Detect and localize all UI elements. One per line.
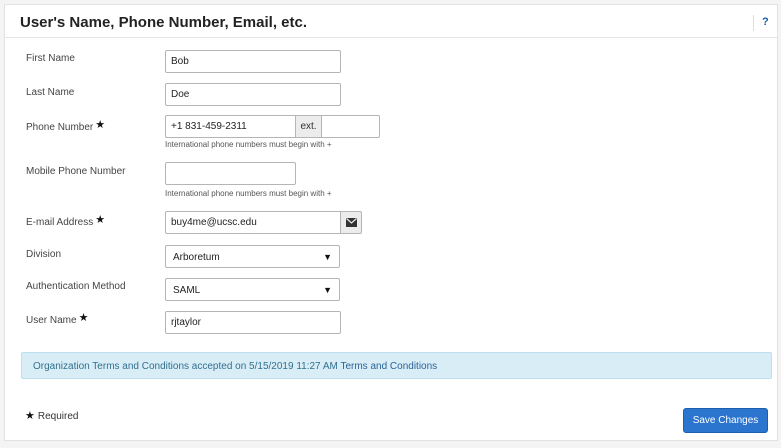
first-name-label: First Name [26, 53, 75, 64]
mobile-phone-input[interactable] [165, 162, 296, 185]
phone-ext-label: ext. [300, 121, 317, 132]
help-link[interactable]: ? [762, 16, 769, 28]
division-selected-value: Arboretum [173, 251, 220, 263]
user-name-label: User Name ★ [26, 312, 89, 326]
dropdown-arrow-icon: ▼ [323, 251, 332, 262]
last-name-input[interactable] [165, 83, 341, 106]
first-name-input[interactable] [165, 50, 341, 73]
auth-method-selected-value: SAML [173, 284, 201, 296]
required-star-icon: ★ [25, 410, 35, 422]
user-name-input[interactable] [165, 311, 341, 334]
required-star-icon: ★ [78, 312, 89, 324]
phone-number-label: Phone Number ★ [26, 119, 106, 133]
last-name-label-text: Last Name [26, 87, 75, 98]
mobile-phone-label-text: Mobile Phone Number [26, 166, 126, 177]
header-divider [753, 15, 754, 31]
required-star-icon: ★ [95, 119, 106, 131]
division-select[interactable]: Arboretum ▼ [165, 245, 340, 268]
terms-info-box: Organization Terms and Conditions accept… [21, 352, 772, 379]
save-changes-button[interactable]: Save Changes [683, 408, 768, 433]
envelope-icon[interactable] [340, 211, 362, 234]
required-legend-text: Required [37, 411, 79, 422]
division-label-text: Division [26, 249, 62, 260]
phone-help-text: International phone numbers must begin w… [165, 140, 332, 149]
auth-method-label-text: Authentication Method [26, 281, 126, 292]
required-legend: ★ Required [25, 409, 78, 422]
auth-method-label: Authentication Method [26, 281, 126, 292]
last-name-label: Last Name [26, 87, 74, 98]
terms-and-conditions-link[interactable]: Terms and Conditions [340, 361, 437, 372]
phone-number-input[interactable] [165, 115, 296, 138]
first-name-label-text: First Name [26, 53, 75, 64]
required-star-icon: ★ [95, 214, 106, 226]
phone-number-label-text: Phone Number [26, 122, 94, 133]
user-info-panel: User's Name, Phone Number, Email, etc. ?… [4, 4, 778, 441]
auth-method-select[interactable]: SAML ▼ [165, 278, 340, 301]
user-name-label-text: User Name [26, 315, 77, 326]
terms-accepted-text: Organization Terms and Conditions accept… [33, 361, 338, 372]
mobile-phone-help-text: International phone numbers must begin w… [165, 189, 332, 198]
mobile-phone-label: Mobile Phone Number [26, 166, 126, 177]
phone-ext-input[interactable] [321, 115, 380, 138]
panel-header: User's Name, Phone Number, Email, etc. ? [5, 5, 777, 38]
division-label: Division [26, 249, 61, 260]
email-label-text: E-mail Address [26, 217, 94, 228]
envelope-icon-glyph [345, 218, 357, 227]
dropdown-arrow-icon: ▼ [323, 284, 332, 295]
panel-title: User's Name, Phone Number, Email, etc. [20, 14, 308, 31]
email-label: E-mail Address ★ [26, 214, 106, 228]
phone-ext-addon: ext. [295, 115, 322, 138]
email-input[interactable] [165, 211, 341, 234]
